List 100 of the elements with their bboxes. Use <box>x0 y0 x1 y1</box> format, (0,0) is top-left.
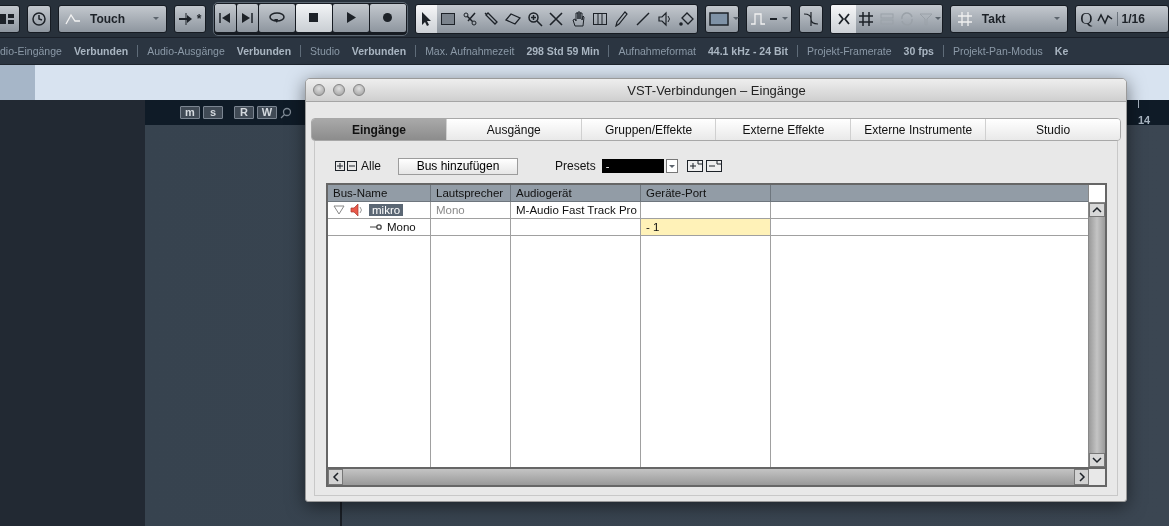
status-value: Verbunden <box>73 45 129 57</box>
record-button[interactable] <box>369 3 406 32</box>
caret-icon <box>151 15 160 22</box>
range-icon <box>591 10 608 27</box>
caret-icon <box>933 15 942 22</box>
glue-tube-icon <box>483 10 500 27</box>
ruler-number: 14 <box>1138 114 1151 126</box>
step-dropdown[interactable] <box>746 4 793 33</box>
crossfade-icon <box>803 10 820 27</box>
chevron-up-icon <box>1092 206 1102 214</box>
clock-icon <box>31 10 47 27</box>
scrollbar-corner <box>1089 469 1105 485</box>
clock-button[interactable] <box>27 4 51 33</box>
play-button[interactable] <box>332 3 369 32</box>
presets-dropdown-button[interactable] <box>665 159 678 173</box>
tab[interactable]: Ausgänge <box>446 119 582 140</box>
tab[interactable]: Externe Instrumente <box>851 119 987 140</box>
table-cell: Mono <box>431 202 511 218</box>
snap-button[interactable] <box>831 4 856 33</box>
caret-icon <box>1053 15 1062 22</box>
save-preset-icon <box>686 159 703 173</box>
column-header[interactable]: Lautsprecher <box>431 185 511 201</box>
chevron-left-icon <box>331 472 340 482</box>
tool-button[interactable] <box>675 4 698 33</box>
column-header[interactable]: Bus-Name <box>328 185 431 201</box>
grid-icon <box>956 10 973 27</box>
status-value: Verbunden <box>351 45 407 57</box>
chevron-right-icon <box>1077 472 1086 482</box>
horizontal-scrollbar[interactable] <box>328 469 1089 485</box>
scissors-icon <box>461 10 478 27</box>
track-toggle-button[interactable]: s <box>203 106 223 119</box>
chevron-down-icon <box>1092 456 1102 464</box>
quantize-control[interactable]: Q 1/16 <box>1075 4 1169 33</box>
speaker-icon <box>656 10 673 27</box>
caret-icon <box>667 162 676 170</box>
zoom-icon <box>526 10 543 27</box>
expand-all-icon <box>335 161 345 171</box>
status-label: Max. Aufnahmezeit <box>425 45 515 57</box>
status-value: Verbunden <box>236 45 292 57</box>
tab[interactable]: Eingänge <box>312 119 447 140</box>
tool-button[interactable] <box>437 4 459 33</box>
status-label: Projekt-Framerate <box>806 45 892 57</box>
vertical-scrollbar[interactable] <box>1088 185 1105 467</box>
status-value: 30 fps <box>903 45 934 57</box>
stop-button[interactable] <box>295 3 332 32</box>
window-control-button[interactable] <box>313 84 325 96</box>
status-label: Aufnahmeformat <box>618 45 696 57</box>
collapse-all-icon <box>347 161 357 171</box>
channel-name: Mono <box>387 221 416 233</box>
next-marker-button[interactable] <box>236 3 258 32</box>
layout-button[interactable] <box>0 4 20 33</box>
crossfade-button[interactable] <box>799 4 824 33</box>
presets-label: Presets <box>555 159 596 173</box>
hand-icon <box>570 10 587 27</box>
tab[interactable]: Gruppen/Effekte <box>581 119 717 140</box>
status-label: Audio-Ausgänge <box>147 45 225 57</box>
grid-icon <box>858 10 874 27</box>
tool-button[interactable] <box>415 4 438 33</box>
grid-type-dropdown[interactable]: Takt <box>949 4 1069 33</box>
track-toggle-button[interactable]: W <box>257 106 277 119</box>
status-value: 44.1 kHz - 24 Bit <box>708 45 788 57</box>
column-header[interactable]: Geräte-Port <box>641 185 771 201</box>
pulse-icon <box>750 10 767 27</box>
tab[interactable]: Externe Effekte <box>716 119 852 140</box>
color-dropdown[interactable] <box>705 4 740 33</box>
arrow-into-bar-icon <box>177 10 194 27</box>
delete-preset-icon <box>705 159 722 173</box>
window-control-button[interactable] <box>353 84 365 96</box>
status-label: Projekt-Pan-Modus <box>952 45 1043 57</box>
bus-name[interactable]: mikro <box>369 204 404 216</box>
caret-icon <box>732 15 741 22</box>
previous-marker-button[interactable] <box>214 3 236 32</box>
rectangle-icon <box>440 10 457 27</box>
add-bus-button[interactable]: Bus hinzufügen <box>398 157 518 175</box>
window-title: VST-Verbindungen – Eingänge <box>626 82 807 98</box>
connector-icon <box>370 222 382 232</box>
pencil-icon <box>613 10 630 27</box>
tab[interactable]: Studio <box>986 119 1120 140</box>
status-value: 298 Std 59 Min <box>526 45 600 57</box>
color-swatch-icon <box>709 10 730 27</box>
automation-mode-dropdown[interactable]: Touch <box>58 4 167 33</box>
port-cell[interactable]: - 1 <box>641 219 771 235</box>
presets-field[interactable]: - <box>601 159 664 173</box>
automation-button[interactable]: * <box>173 4 206 33</box>
expand-all-label: Alle <box>361 159 381 173</box>
track-toggle-button[interactable]: R <box>234 106 254 119</box>
search-icon <box>280 106 292 119</box>
status-label: Studio <box>310 45 340 57</box>
caret-icon <box>781 15 790 22</box>
cycle-icon <box>899 10 916 27</box>
cross-icon <box>548 10 565 27</box>
paint-bucket-icon <box>678 10 695 27</box>
line-icon <box>635 10 652 27</box>
status-label: dio-Eingänge <box>0 45 62 57</box>
window-control-button[interactable] <box>333 84 345 96</box>
funnel-dropdown[interactable] <box>917 4 942 33</box>
status-value: Ke <box>1054 45 1069 57</box>
loop-button[interactable] <box>258 3 295 32</box>
column-header[interactable]: Audiogerät <box>511 185 641 201</box>
track-toggle-button[interactable]: m <box>180 106 200 119</box>
